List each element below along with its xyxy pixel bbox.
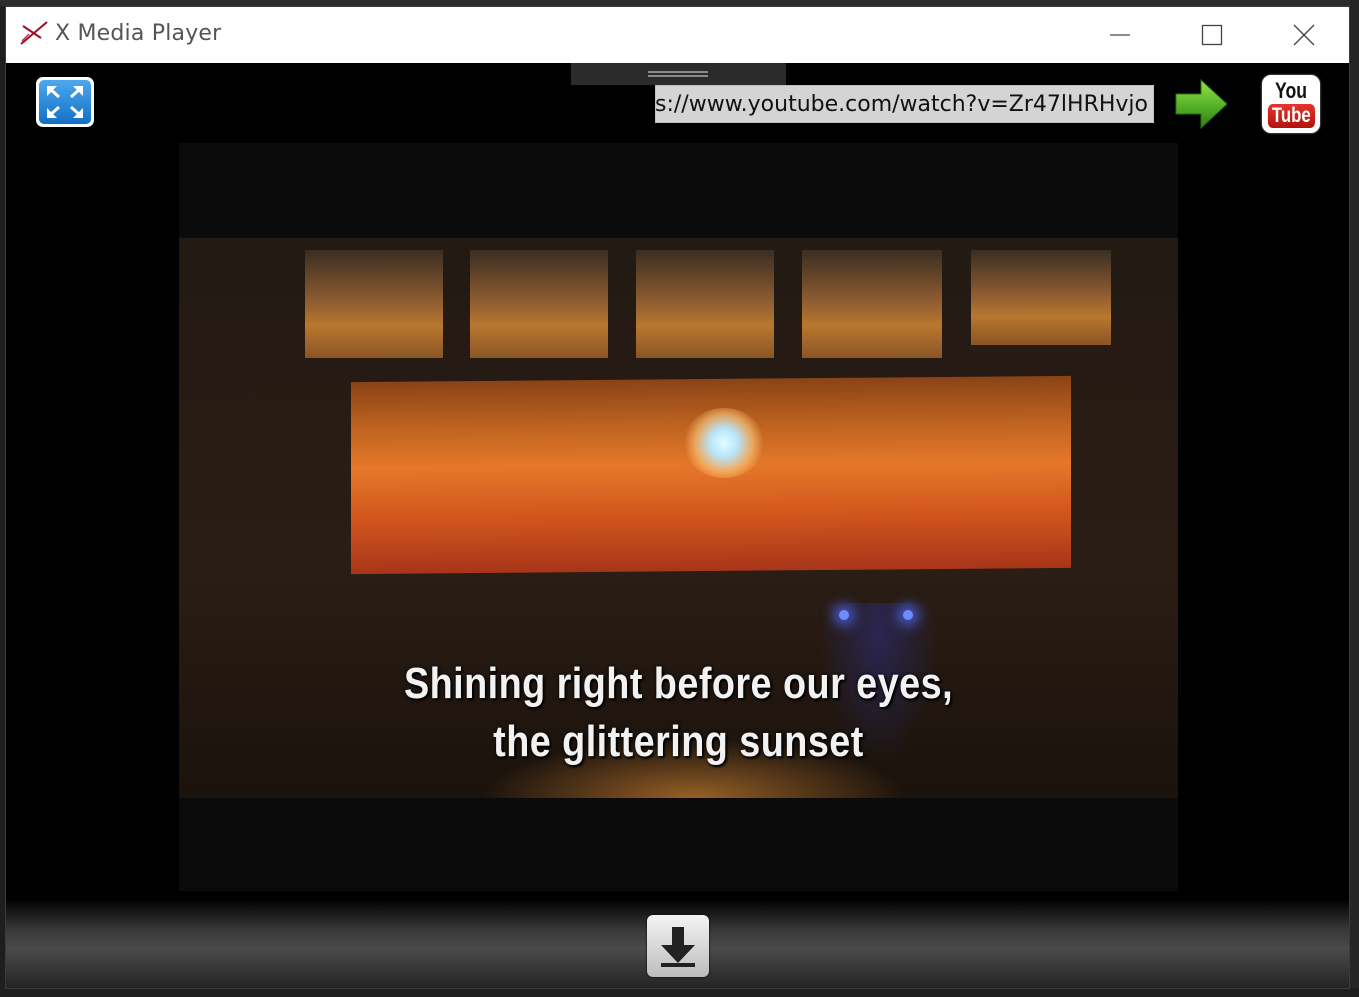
stage-light [839,610,849,620]
download-arrow-icon [661,927,695,967]
stage-screen-panel [971,250,1111,345]
bottom-control-bar [6,899,1349,988]
background-ide-right [1350,0,1359,997]
stage-screen-panel [636,250,774,358]
fullscreen-button[interactable] [36,77,94,127]
subtitle-line-1: Shining right before our eyes, [403,659,954,708]
background-ide-bottom [0,988,1359,997]
minimize-icon [1110,34,1130,36]
video-subtitle: Shining right before our eyes, the glitt… [249,655,1108,771]
download-button[interactable] [647,915,709,977]
go-button[interactable] [1173,77,1229,131]
minimize-button[interactable] [1074,7,1166,63]
handle-line [648,75,708,77]
player-content: https://www.youtube.com/watch?v=Zr47lHRH… [6,63,1349,988]
window-title: X Media Player [55,21,222,46]
stage-screen-panel [305,250,443,358]
close-button[interactable] [1258,7,1349,63]
video-display[interactable]: Shining right before our eyes, the glitt… [179,143,1178,891]
youtube-you-text: You [1275,78,1307,103]
stage-screen-panel [802,250,942,358]
url-text: https://www.youtube.com/watch?v=Zr47lHRH… [655,92,1148,117]
maximize-button[interactable] [1166,7,1258,63]
youtube-tube-text: Tube [1267,104,1315,128]
stage-light [903,610,913,620]
url-input[interactable]: https://www.youtube.com/watch?v=Zr47lHRH… [655,85,1154,123]
app-logo-icon [20,21,48,45]
sun-glow [684,408,764,478]
stage-screen-panel [470,250,608,358]
youtube-button[interactable]: You Tube [1262,75,1320,133]
toolbar-drag-handle[interactable] [571,63,786,85]
green-arrow-right-icon [1175,78,1228,130]
fullscreen-expand-icon [47,86,83,118]
subtitle-line-2: the glittering sunset [493,717,864,766]
maximize-icon [1201,24,1223,46]
handle-line [648,71,708,73]
media-player-window: X Media Player https://www.youtube.com/w… [5,6,1350,989]
title-bar[interactable]: X Media Player [6,7,1349,63]
close-icon [1293,24,1315,46]
